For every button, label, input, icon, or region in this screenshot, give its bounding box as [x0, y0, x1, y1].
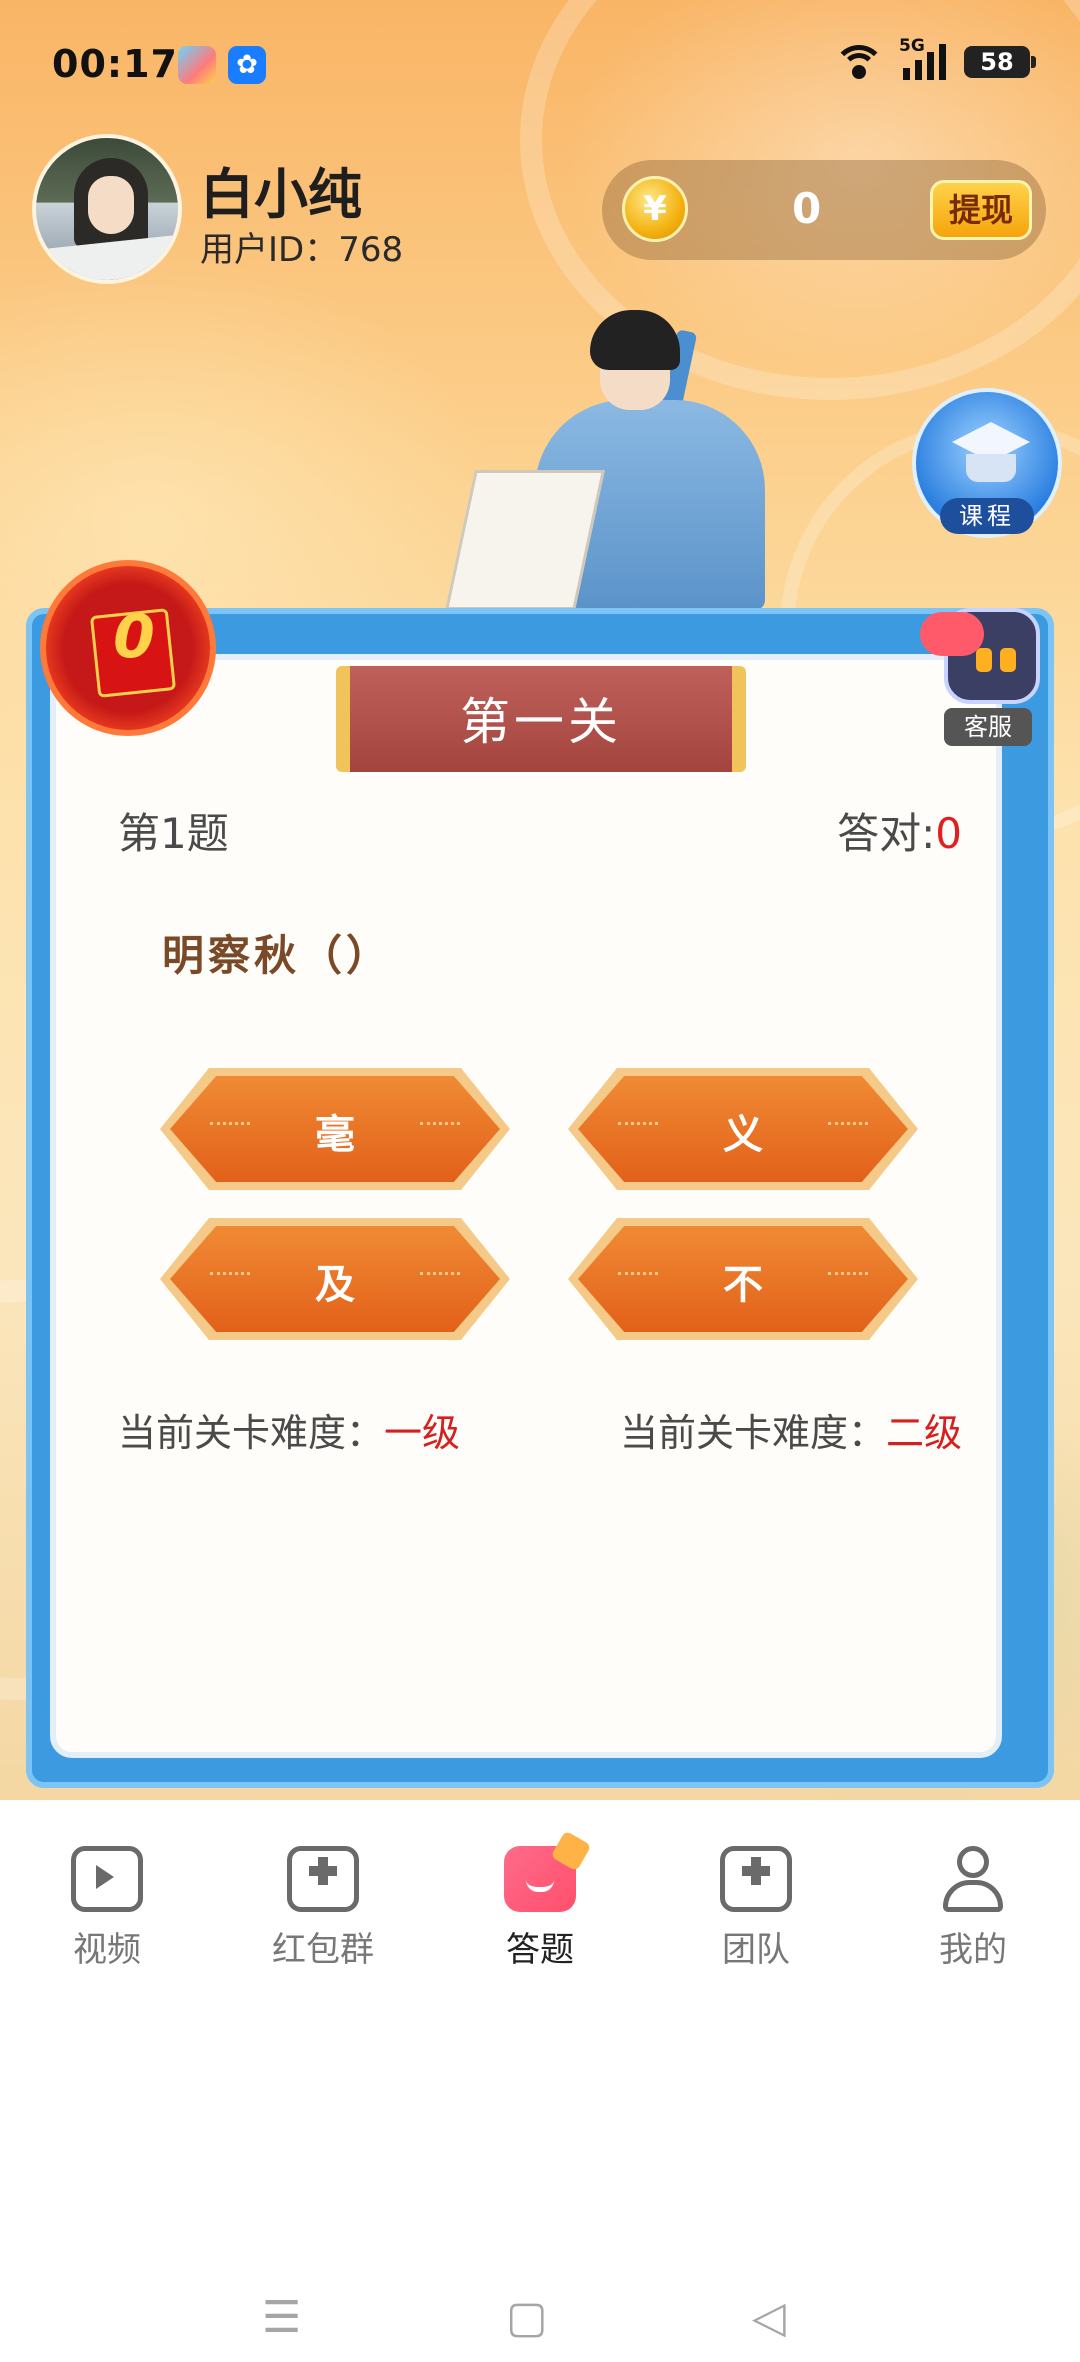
- nav-label: 视频: [73, 1930, 141, 1970]
- wifi-icon: [833, 45, 885, 79]
- menu-icon[interactable]: ☰: [262, 2292, 301, 2343]
- withdraw-button[interactable]: 提现: [930, 180, 1032, 240]
- answer-option-label: 及: [315, 1262, 355, 1308]
- answer-option-label: 毫: [315, 1112, 355, 1158]
- red-packet-count: 0: [113, 602, 155, 672]
- nav-label: 答题: [506, 1930, 574, 1970]
- difficulty-value: 二级: [885, 1411, 962, 1455]
- correct-value: 0: [935, 809, 962, 858]
- home-icon[interactable]: ▢: [506, 2292, 548, 2343]
- scholar-illustration: [440, 310, 800, 610]
- bottom-navigation: 视频 红包群 答题 团队 我的: [0, 1800, 1080, 2000]
- correct-label: 答对:: [837, 809, 936, 858]
- correct-count: 答对:0: [837, 800, 962, 861]
- chat-bubble-icon: [920, 612, 984, 656]
- back-icon[interactable]: ◁: [752, 2292, 786, 2343]
- video-icon: [71, 1846, 143, 1912]
- customer-service-button[interactable]: [920, 608, 1056, 718]
- answer-option-label: 不: [723, 1262, 763, 1308]
- status-indicators: 5G 58: [833, 36, 1036, 80]
- answer-option[interactable]: 毫: [160, 1068, 510, 1190]
- cellular-signal-icon: 5G: [899, 36, 946, 80]
- inbox-plus-icon: [287, 1846, 359, 1912]
- user-id: 用户ID：768: [200, 230, 404, 270]
- answer-option-label: 义: [723, 1112, 763, 1158]
- user-icon: [937, 1846, 1009, 1912]
- red-packet-button[interactable]: 0: [40, 560, 216, 736]
- question-text: 明察秋（）: [162, 931, 393, 980]
- status-time: 00:17: [52, 42, 178, 86]
- inbox-plus-icon: [720, 1846, 792, 1912]
- battery-icon: 58: [964, 46, 1036, 78]
- course-label[interactable]: 课程: [940, 498, 1034, 534]
- nav-item-red-packet-group[interactable]: 红包群: [243, 1846, 403, 1971]
- status-bar: 00:17 ✿ 5G 58: [0, 0, 1080, 130]
- level-title: 第一关: [460, 693, 622, 751]
- coin-balance-bar: ¥ 0 提现: [602, 160, 1046, 260]
- nav-item-video[interactable]: 视频: [27, 1846, 187, 1971]
- customer-service-label[interactable]: 客服: [944, 708, 1032, 746]
- app-background: 00:17 ✿ 5G 58 白小纯 用户ID：768 ¥ 0 提现 课程 第一关…: [0, 0, 1080, 1800]
- nav-item-quiz[interactable]: 答题: [460, 1830, 620, 1971]
- nav-item-mine[interactable]: 我的: [893, 1846, 1053, 1971]
- difficulty-value: 一级: [384, 1411, 461, 1455]
- nav-label: 我的: [939, 1930, 1007, 1970]
- battery-level: 58: [980, 48, 1014, 76]
- answer-option[interactable]: 不: [568, 1218, 918, 1340]
- question-index: 第1题: [118, 809, 229, 858]
- difficulty-label: 当前关卡难度：: [118, 1411, 385, 1455]
- notification-app-icon: [178, 46, 216, 84]
- nav-label: 团队: [722, 1930, 790, 1970]
- notification-app-icon: ✿: [228, 46, 266, 84]
- coin-balance: 0: [792, 184, 822, 233]
- user-name: 白小纯: [200, 163, 362, 226]
- answer-option[interactable]: 及: [160, 1218, 510, 1340]
- answer-option[interactable]: 义: [568, 1068, 918, 1190]
- nav-item-team[interactable]: 团队: [676, 1846, 836, 1971]
- avatar[interactable]: [32, 134, 182, 284]
- system-navigation-bar: ☰ ▢ ◁: [0, 2200, 1080, 2362]
- coin-icon: ¥: [622, 176, 688, 242]
- quiz-icon: [504, 1830, 592, 1912]
- difficulty-next: 当前关卡难度：二级: [620, 1402, 962, 1457]
- difficulty-label: 当前关卡难度：: [619, 1411, 886, 1455]
- network-type: 5G: [899, 36, 925, 56]
- difficulty-current: 当前关卡难度：一级: [118, 1402, 460, 1457]
- nav-label: 红包群: [272, 1930, 374, 1970]
